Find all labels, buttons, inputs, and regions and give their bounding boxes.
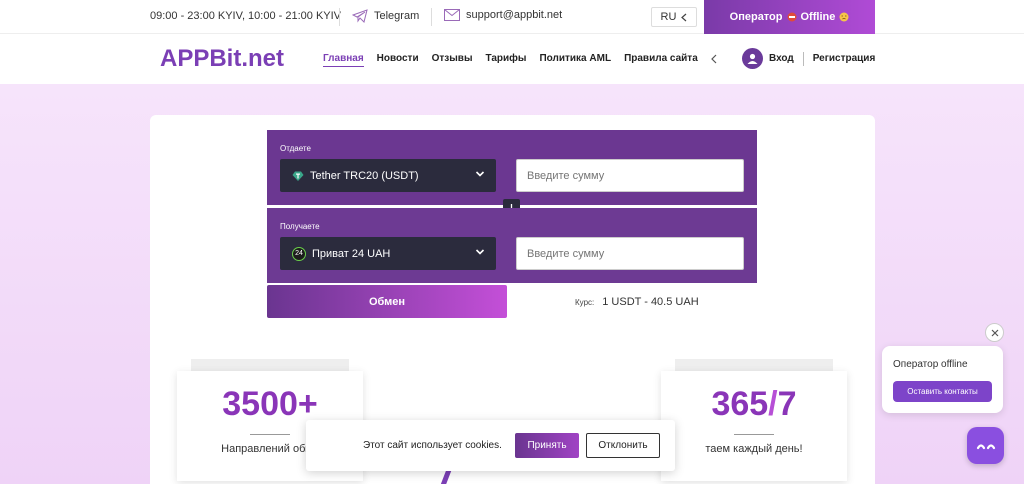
working-hours: 09:00 - 23:00 KYIV, 10:00 - 21:00 KYIV <box>150 10 342 22</box>
chevron-left-icon <box>681 13 687 21</box>
divider <box>339 8 340 26</box>
divider <box>250 434 290 435</box>
chevron-down-icon <box>475 171 485 177</box>
rate-value: 1 USDT - 40.5 UAH <box>602 296 699 308</box>
user-icon[interactable] <box>742 48 763 69</box>
cookie-text: Этот сайт использует cookies. <box>363 440 502 451</box>
close-icon <box>991 329 998 336</box>
nav-item-reviews[interactable]: Отзывы <box>432 53 473 67</box>
stat-number: 365/7 <box>661 385 847 424</box>
chevron-left-icon[interactable] <box>710 54 717 64</box>
tether-icon <box>292 171 304 181</box>
telegram-label: Telegram <box>374 10 420 22</box>
language-value: RU <box>660 11 677 23</box>
chat-popup: Оператор offline Оставить контакты <box>882 346 1003 413</box>
divider <box>734 434 774 435</box>
stat-number: 3500+ <box>222 385 318 423</box>
register-link[interactable]: Регистрация <box>813 53 876 64</box>
leave-contacts-button[interactable]: Оставить контакты <box>893 381 992 402</box>
exchange-button[interactable]: Обмен <box>267 285 507 318</box>
mail-icon <box>444 9 460 21</box>
stat-card-backdrop <box>675 359 833 371</box>
operator-status-banner: Оператор Offline <box>704 0 875 34</box>
operator-status: Offline <box>800 11 836 23</box>
stat-card-uptime: 365/7 таем каждый день! <box>661 371 847 481</box>
rate-label: Курс: <box>575 298 595 307</box>
stat-number-part: 365 <box>711 385 769 423</box>
operator-label: Оператор <box>729 11 783 23</box>
auth-links: Вход Регистрация <box>742 48 875 69</box>
nav-menu: Главная Новости Отзывы Тарифы Политика A… <box>323 53 717 67</box>
get-amount-input[interactable] <box>516 237 744 270</box>
nav-item-news[interactable]: Новости <box>377 53 419 67</box>
stat-number-part: 7 <box>777 385 797 423</box>
give-amount-input[interactable] <box>516 159 744 192</box>
no-entry-icon <box>787 12 796 22</box>
get-panel: Получаете 24 Приват 24 UAH <box>267 208 757 283</box>
stat-number-slash: / <box>768 385 778 423</box>
login-link[interactable]: Вход <box>769 53 794 64</box>
give-panel: Отдаете Tether TRC20 (USDT) <box>267 130 757 205</box>
chevron-down-icon <box>475 249 485 255</box>
nav-item-aml[interactable]: Политика AML <box>539 53 611 67</box>
telegram-icon <box>352 9 368 23</box>
nav-item-rules[interactable]: Правила сайта <box>624 53 698 67</box>
get-currency-select[interactable]: 24 Приват 24 UAH <box>280 237 496 270</box>
give-label: Отдаете <box>280 144 311 153</box>
stat-card-backdrop <box>191 359 349 371</box>
email-label: support@appbit.net <box>466 9 563 21</box>
stat-text: таем каждый день! <box>705 443 803 455</box>
give-currency-value: Tether TRC20 (USDT) <box>310 169 419 182</box>
site-logo[interactable]: APPBit.net <box>160 45 284 73</box>
get-label: Получаете <box>280 222 320 231</box>
privat24-icon: 24 <box>292 246 306 261</box>
telegram-link[interactable]: Telegram <box>352 9 419 23</box>
nav-item-tariffs[interactable]: Тарифы <box>485 53 526 67</box>
cookie-banner: Этот сайт использует cookies. Принять От… <box>306 420 675 471</box>
chat-face-icon <box>976 443 995 449</box>
chat-status: Оператор offline <box>893 359 968 370</box>
sleepy-face-icon <box>839 12 849 22</box>
cookie-decline-button[interactable]: Отклонить <box>586 433 660 458</box>
top-bar: 09:00 - 23:00 KYIV, 10:00 - 21:00 KYIV T… <box>0 0 1024 34</box>
email-link[interactable]: support@appbit.net <box>444 9 562 21</box>
main-nav: APPBit.net Главная Новости Отзывы Тарифы… <box>0 34 1024 84</box>
language-select[interactable]: RU <box>651 7 697 27</box>
chat-launcher-button[interactable] <box>967 427 1004 464</box>
chat-close-button[interactable] <box>985 323 1004 342</box>
give-currency-select[interactable]: Tether TRC20 (USDT) <box>280 159 496 192</box>
divider <box>431 8 432 26</box>
exchange-rate: Курс: 1 USDT - 40.5 UAH <box>575 296 699 308</box>
divider <box>802 51 804 66</box>
cookie-accept-button[interactable]: Принять <box>515 433 579 458</box>
get-currency-value: Приват 24 UAH <box>312 247 391 260</box>
nav-item-home[interactable]: Главная <box>323 53 364 67</box>
